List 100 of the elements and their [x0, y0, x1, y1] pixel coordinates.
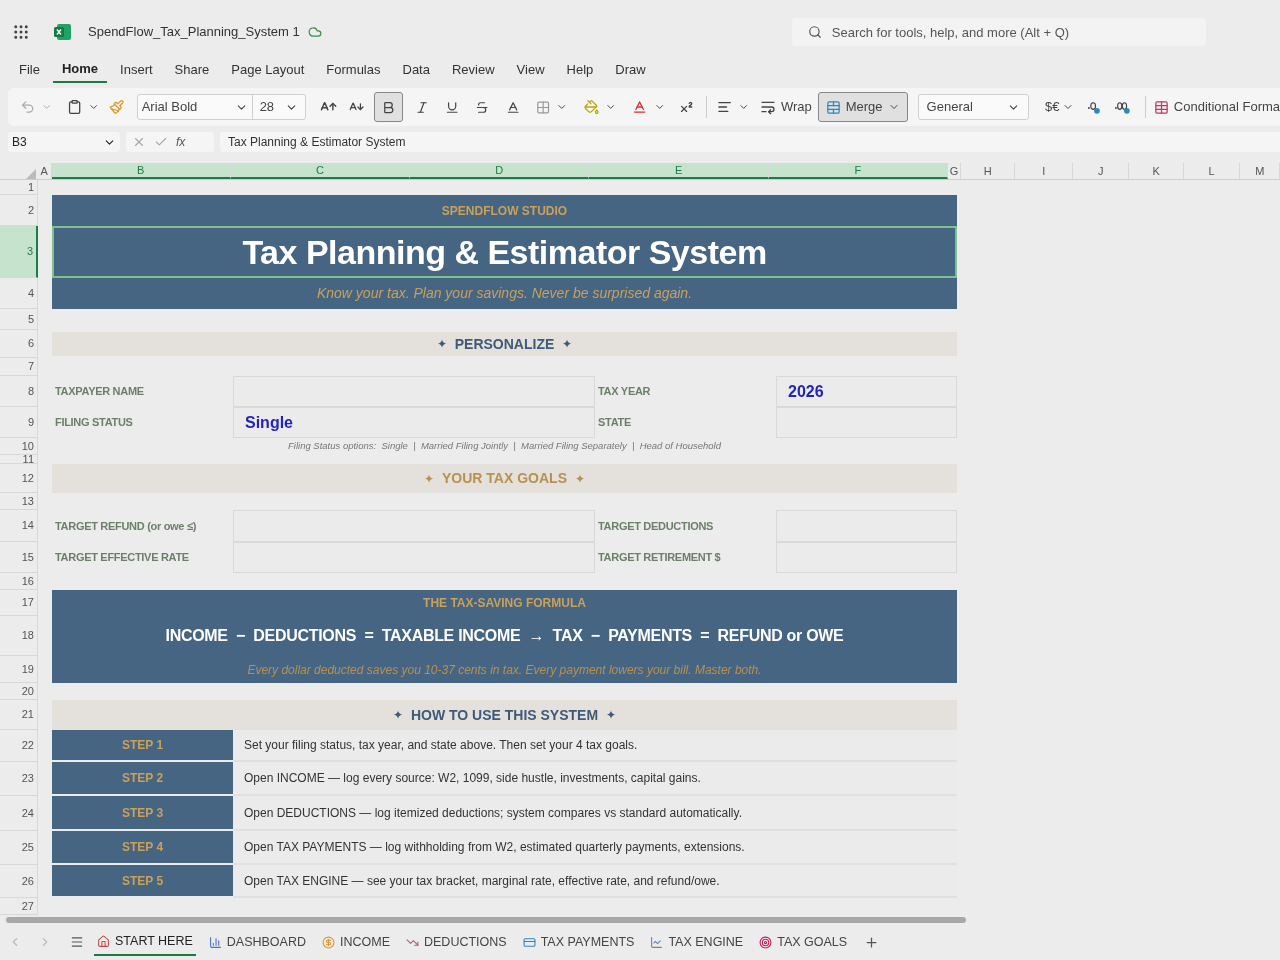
- menu-tab[interactable]: Page Layout: [222, 57, 314, 83]
- menu-tab[interactable]: Draw: [606, 57, 655, 83]
- decrease-decimal-icon[interactable]: [1086, 99, 1102, 115]
- row-header[interactable]: 21: [0, 700, 38, 730]
- menu-tab[interactable]: Help: [557, 57, 603, 83]
- font-size-dropdown[interactable]: 28: [252, 95, 305, 119]
- italic-icon[interactable]: [414, 99, 429, 115]
- menu-tab[interactable]: Review: [442, 57, 504, 83]
- row-header[interactable]: 11: [0, 455, 38, 464]
- row-header[interactable]: 20: [0, 683, 38, 700]
- row-header[interactable]: 14: [0, 510, 38, 542]
- row-header[interactable]: 6: [0, 330, 38, 358]
- document-title[interactable]: SpendFlow_Tax_Planning_System 1: [88, 22, 300, 42]
- clipboard-icon[interactable]: [66, 99, 82, 115]
- align-icon[interactable]: [717, 99, 733, 115]
- wrap-button[interactable]: Wrap: [759, 97, 812, 117]
- row-header[interactable]: 12: [0, 464, 38, 493]
- menu-tab[interactable]: File: [10, 57, 49, 83]
- sheet-tab[interactable]: START HERE: [94, 928, 196, 956]
- row-header[interactable]: 27: [0, 898, 38, 915]
- column-header[interactable]: F: [768, 163, 949, 179]
- column-header[interactable]: C: [230, 163, 411, 179]
- underline-icon[interactable]: [445, 99, 460, 115]
- ornament: ✦: [606, 707, 617, 724]
- add-sheet-icon[interactable]: [864, 934, 880, 950]
- row-header[interactable]: 4: [0, 278, 38, 309]
- row-header[interactable]: 22: [0, 730, 38, 762]
- enter-icon[interactable]: [154, 135, 168, 149]
- field-label: TARGET DEDUCTIONS: [598, 518, 714, 534]
- row-header[interactable]: 25: [0, 831, 38, 865]
- column-header[interactable]: B: [51, 163, 231, 179]
- menu-tab[interactable]: Home: [52, 57, 108, 83]
- superscript-icon[interactable]: [679, 99, 695, 115]
- sheet-tab[interactable]: DASHBOARD: [205, 928, 309, 956]
- merge-button[interactable]: Merge: [817, 92, 908, 122]
- menu-tab[interactable]: View: [507, 57, 554, 83]
- function-button[interactable]: fx: [176, 133, 186, 151]
- row-header[interactable]: 16: [0, 573, 38, 590]
- input-cell[interactable]: Single: [233, 407, 595, 438]
- bold-toggle[interactable]: [374, 92, 403, 122]
- fill-color-icon[interactable]: [583, 99, 599, 115]
- column-header[interactable]: M: [1240, 163, 1280, 179]
- currency-button[interactable]: $€: [1045, 97, 1075, 117]
- search-field[interactable]: Search for tools, help, and more (Alt + Q): [791, 18, 1206, 46]
- column-header[interactable]: D: [410, 163, 590, 179]
- conditional-formatting-button[interactable]: Conditional Forma: [1153, 97, 1280, 117]
- column-header[interactable]: H: [961, 163, 1016, 179]
- font-color-icon[interactable]: [632, 99, 648, 115]
- name-box[interactable]: B3: [8, 132, 120, 152]
- menu-icon[interactable]: [70, 935, 84, 949]
- row-header[interactable]: 9: [0, 407, 38, 438]
- formula-note: Every dollar deducted saves you 10-37 cents in tax. Every payment lowers your bill. Master both.: [247, 661, 762, 679]
- ornament: ✦: [575, 470, 585, 488]
- input-cell[interactable]: 2026: [776, 376, 957, 407]
- row-header[interactable]: 13: [0, 493, 38, 510]
- font-dropdown[interactable]: Arial Bold: [137, 95, 253, 119]
- sheet-tab[interactable]: INCOME: [319, 928, 393, 956]
- undo-icon[interactable]: [20, 99, 36, 115]
- formula-input[interactable]: Tax Planning & Estimator System: [220, 132, 1280, 152]
- row-header[interactable]: 8: [0, 376, 38, 407]
- increase-decimal-icon[interactable]: [1113, 99, 1131, 115]
- paintbrush-icon[interactable]: [109, 99, 125, 115]
- sheet-tab[interactable]: TAX ENGINE: [647, 928, 747, 956]
- row-header[interactable]: 19: [0, 656, 38, 683]
- row-header[interactable]: 5: [0, 309, 38, 330]
- column-header[interactable]: I: [1015, 163, 1073, 179]
- row-header[interactable]: 1: [0, 180, 38, 195]
- column-header[interactable]: L: [1183, 163, 1241, 179]
- row-header[interactable]: 3: [0, 226, 38, 278]
- card-icon: [522, 935, 536, 949]
- row-header[interactable]: 7: [0, 358, 38, 376]
- menu-tab[interactable]: Share: [165, 57, 219, 83]
- column-header[interactable]: K: [1129, 163, 1184, 179]
- row-header[interactable]: 15: [0, 542, 38, 573]
- sheet-tab[interactable]: TAX PAYMENTS: [519, 928, 638, 956]
- horizontal-scrollbar[interactable]: [6, 917, 966, 923]
- row-header[interactable]: 24: [0, 796, 38, 831]
- cancel-icon[interactable]: [132, 135, 146, 149]
- menu-tab[interactable]: Data: [393, 57, 439, 83]
- number-format-dropdown[interactable]: General: [917, 94, 1029, 120]
- wrap-icon: [759, 99, 776, 115]
- sheet-tab[interactable]: DEDUCTIONS: [403, 928, 510, 956]
- column-header[interactable]: G: [948, 163, 961, 179]
- row-header[interactable]: 26: [0, 865, 38, 898]
- strikethrough-icon[interactable]: [475, 99, 490, 115]
- borders-icon[interactable]: [535, 99, 551, 115]
- column-header[interactable]: E: [589, 163, 769, 179]
- row-header[interactable]: 17: [0, 590, 38, 616]
- sheet-tab[interactable]: TAX GOALS: [756, 928, 851, 956]
- menu-tab[interactable]: Formulas: [317, 57, 390, 83]
- selected-cell[interactable]: Tax Planning & Estimator System: [52, 226, 957, 278]
- row-header[interactable]: 23: [0, 762, 38, 796]
- formula-title: THE TAX-SAVING FORMULA: [423, 595, 586, 612]
- app-launcher-icon[interactable]: [12, 23, 30, 41]
- row-header[interactable]: 10: [0, 438, 38, 455]
- column-header[interactable]: J: [1072, 163, 1130, 179]
- column-header[interactable]: A: [37, 163, 52, 179]
- cloud-saved-icon: [307, 25, 322, 39]
- menu-tab[interactable]: Insert: [111, 57, 162, 83]
- row-header[interactable]: 18: [0, 616, 38, 656]
